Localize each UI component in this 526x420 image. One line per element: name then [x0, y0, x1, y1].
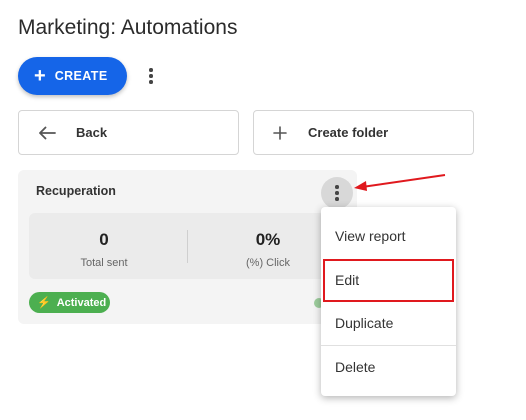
card-menu-button[interactable] — [321, 177, 353, 209]
create-folder-button[interactable]: Create folder — [253, 110, 474, 155]
menu-item-duplicate[interactable]: Duplicate — [321, 303, 456, 343]
more-vertical-icon — [327, 181, 347, 205]
back-button[interactable]: Back — [18, 110, 239, 155]
stat-divider — [187, 230, 188, 263]
page-title: Marketing: Automations — [18, 16, 238, 39]
edit-highlight-box — [323, 259, 454, 302]
automation-card[interactable]: Recuperation 0 Total sent 0% (%) Click ⚡… — [18, 170, 357, 324]
back-button-label: Back — [76, 125, 108, 140]
create-button[interactable]: + CREATE — [18, 57, 127, 95]
plus-icon: + — [34, 65, 46, 87]
card-title: Recuperation — [36, 184, 116, 198]
menu-divider — [321, 345, 456, 346]
stat-label: Total sent — [80, 257, 128, 269]
menu-item-label: Delete — [335, 359, 376, 375]
more-vertical-icon[interactable] — [141, 64, 161, 88]
stat-value: 0 — [99, 230, 109, 249]
status-badge-label: Activated — [56, 296, 107, 309]
menu-item-label: Duplicate — [335, 315, 394, 331]
menu-item-label: View report — [335, 228, 406, 244]
create-button-label: CREATE — [54, 69, 108, 83]
annotation-arrow-icon — [354, 174, 446, 191]
arrow-left-icon — [39, 126, 56, 139]
status-badge: ⚡ Activated — [29, 292, 110, 313]
plus-icon — [273, 125, 287, 140]
lightning-icon: ⚡ — [37, 297, 51, 309]
menu-item-view-report[interactable]: View report — [321, 216, 456, 256]
menu-item-delete[interactable]: Delete — [321, 347, 456, 387]
stat-total-sent: 0 Total sent — [29, 213, 179, 279]
create-folder-label: Create folder — [308, 125, 389, 140]
stats-panel: 0 Total sent 0% (%) Click — [29, 213, 347, 279]
